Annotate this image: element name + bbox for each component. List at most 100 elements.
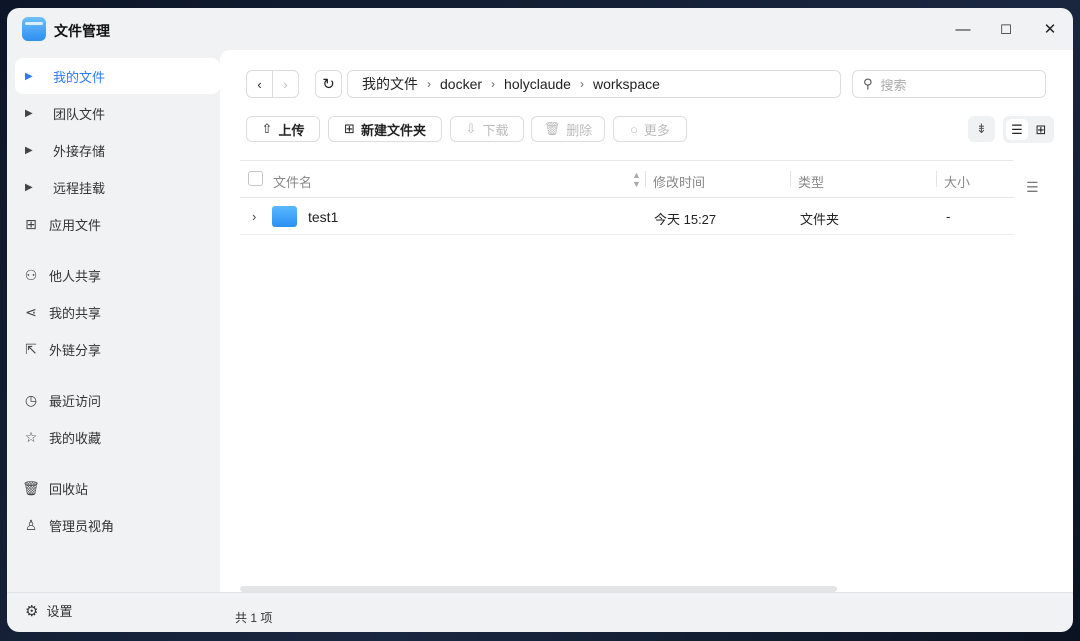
sidebar-item-recent[interactable]: ◷ 最近访问	[15, 382, 220, 418]
admin-icon: ♙	[24, 516, 38, 533]
file-size: -	[946, 209, 951, 224]
sidebar-item-my-shares[interactable]: ⋖ 我的共享	[15, 294, 220, 330]
app-folder-icon	[22, 17, 46, 41]
folder-plus-icon: ⊞	[344, 121, 355, 136]
close-button[interactable]: ✕	[1038, 18, 1062, 42]
breadcrumb-item[interactable]: docker	[440, 76, 482, 92]
sidebar-item-app-files[interactable]: ⊞ 应用文件	[15, 206, 220, 242]
back-button[interactable]: ‹	[246, 70, 273, 98]
forward-button[interactable]: ›	[272, 70, 299, 98]
file-modified: 今天 15:27	[654, 212, 717, 227]
more-label: 更多	[643, 122, 670, 138]
download-icon: ⇩	[465, 121, 477, 136]
more-icon: ○	[630, 121, 638, 137]
sidebar-item-label: 管理员视角	[49, 518, 115, 534]
sidebar-item-label: 外链分享	[49, 342, 102, 358]
refresh-button[interactable]: ↻	[315, 70, 342, 98]
grid-icon: ⊞	[1035, 122, 1047, 137]
sidebar: ▶ 我的文件 ▶ 团队文件 ▶ 外接存储 ▶ 远程挂载 ⊞ 应用文件 ⚇ 他人共享 ⋖ 我的共…	[15, 58, 220, 544]
breadcrumb-item[interactable]: 我的文件	[362, 74, 418, 94]
grid-view-button[interactable]: ⊞	[1030, 119, 1052, 140]
sidebar-item-label: 团队文件	[53, 106, 106, 122]
apps-icon: ⊞	[25, 215, 37, 232]
sort-button[interactable]: ⇟	[968, 116, 995, 142]
list-view-button[interactable]: ☰	[1006, 119, 1028, 140]
column-settings-icon[interactable]: ☰	[1026, 179, 1039, 196]
header-name[interactable]: 文件名	[273, 172, 312, 191]
sidebar-item-label: 外接存储	[53, 143, 106, 159]
chevron-right-icon: ›	[491, 77, 496, 91]
caret-right-icon: ▶	[25, 107, 33, 119]
folder-icon	[272, 206, 297, 227]
header-type[interactable]: 类型	[798, 172, 824, 191]
header-size[interactable]: 大小	[944, 172, 970, 191]
trash-icon: 🗑	[543, 121, 561, 136]
sort-icon: ⇟	[976, 121, 987, 136]
sidebar-item-label: 远程挂载	[53, 180, 106, 196]
more-button[interactable]: ○ 更多	[613, 116, 687, 142]
app-title: 文件管理	[54, 23, 110, 39]
delete-button[interactable]: 🗑 删除	[531, 116, 605, 142]
file-name[interactable]: test1	[308, 209, 338, 225]
gear-icon: ⚙	[25, 602, 39, 620]
upload-icon: ⇧	[261, 121, 273, 136]
sidebar-item-label: 我的共享	[49, 305, 102, 321]
caret-right-icon: ▶	[25, 70, 33, 82]
sidebar-item-label: 他人共享	[49, 268, 102, 284]
table-row[interactable]: › test1 今天 15:27 文件夹 -	[240, 198, 1014, 235]
maximize-button[interactable]: ☐	[994, 18, 1018, 42]
sidebar-item-label: 回收站	[49, 481, 89, 497]
clock-icon: ◷	[24, 391, 38, 408]
breadcrumb-item[interactable]: holyclaude	[504, 76, 571, 92]
new-folder-button[interactable]: ⊞ 新建文件夹	[328, 116, 442, 142]
sidebar-item-link-shares[interactable]: ⇱ 外链分享	[15, 331, 220, 367]
trash-icon: 🗑	[22, 479, 40, 496]
file-type: 文件夹	[800, 212, 840, 227]
sidebar-item-label: 最近访问	[49, 393, 102, 409]
sidebar-item-label: 应用文件	[49, 217, 102, 233]
caret-right-icon: ▶	[25, 181, 33, 193]
sidebar-item-admin-view[interactable]: ♙ 管理员视角	[15, 507, 220, 543]
sidebar-item-favorites[interactable]: ☆ 我的收藏	[15, 419, 220, 455]
title-bar: 文件管理 — ☐ ✕	[7, 8, 1073, 50]
breadcrumb-item[interactable]: workspace	[593, 76, 660, 92]
star-icon: ☆	[24, 428, 38, 445]
search-input[interactable]: ⚲ 搜索	[852, 70, 1046, 98]
upload-button[interactable]: ⇧ 上传	[246, 116, 320, 142]
sidebar-item-remote-mount[interactable]: ▶ 远程挂载	[15, 169, 220, 205]
view-toggle: ☰ ⊞	[1003, 116, 1054, 143]
new-folder-label: 新建文件夹	[360, 122, 426, 138]
header-modified[interactable]: 修改时间	[653, 172, 705, 191]
chevron-right-icon: ›	[427, 77, 431, 91]
horizontal-scrollbar[interactable]	[240, 586, 837, 592]
select-all-checkbox[interactable]	[248, 171, 263, 186]
file-manager-window: 文件管理 — ☐ ✕ ▶ 我的文件 ▶ 团队文件 ▶ 外接存储 ▶ 远程挂载 ⊞ 应用文件…	[7, 8, 1073, 632]
share-icon: ⋖	[25, 303, 37, 320]
sidebar-item-label: 我的收藏	[49, 430, 102, 446]
upload-label: 上传	[278, 122, 305, 138]
main-panel: ‹ › ↻ 我的文件 › docker › holyclaude › workspac…	[220, 50, 1073, 592]
sidebar-item-shared-with-me[interactable]: ⚇ 他人共享	[15, 257, 220, 293]
chevron-right-icon: ›	[579, 77, 584, 91]
delete-label: 删除	[566, 122, 593, 138]
list-icon: ☰	[1011, 122, 1023, 137]
expand-chevron-icon[interactable]: ›	[252, 209, 256, 224]
sidebar-item-external-storage[interactable]: ▶ 外接存储	[15, 132, 220, 168]
footer-divider	[7, 592, 1073, 593]
settings-button[interactable]: ⚙ 设置	[25, 601, 72, 620]
users-icon: ⚇	[24, 266, 38, 283]
sort-arrows-icon[interactable]: ▲ ▼	[632, 171, 641, 189]
breadcrumb: 我的文件 › docker › holyclaude › workspace	[347, 70, 841, 98]
search-placeholder: 搜索	[880, 77, 907, 93]
sidebar-item-label: 我的文件	[53, 69, 106, 85]
external-link-icon: ⇱	[25, 340, 37, 357]
item-count: 共 1 项	[235, 611, 273, 625]
minimize-button[interactable]: —	[951, 18, 975, 42]
sidebar-item-my-files[interactable]: ▶ 我的文件	[15, 58, 220, 94]
download-button[interactable]: ⇩ 下载	[450, 116, 524, 142]
sidebar-item-team-files[interactable]: ▶ 团队文件	[15, 95, 220, 131]
sidebar-item-recycle-bin[interactable]: 🗑 回收站	[15, 470, 220, 506]
caret-right-icon: ▶	[25, 144, 33, 156]
table-header: 文件名 ▲ ▼ 修改时间 类型 大小	[240, 160, 1014, 198]
search-icon: ⚲	[863, 76, 873, 91]
